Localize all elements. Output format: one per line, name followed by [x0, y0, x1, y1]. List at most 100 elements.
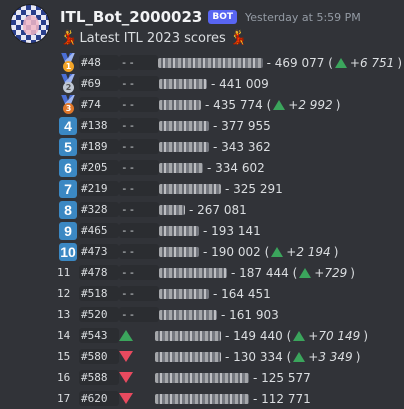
score-value: - 125 577: [253, 370, 311, 385]
world-rank: #48: [79, 55, 119, 70]
position-number: 16: [57, 371, 71, 384]
score-delta: +6 751): [334, 55, 402, 70]
score-delta-value: +3 349: [308, 349, 353, 364]
redacted-player-name: [159, 288, 209, 299]
redacted-player-name: [159, 225, 199, 236]
score-row: 13 #520 -- - 161 903: [57, 304, 402, 325]
score-row: 5 #189 -- - 343 362: [57, 136, 402, 157]
rank-change-dashes: --: [119, 307, 159, 322]
message-timestamp[interactable]: Yesterday at 5:59 PM: [245, 11, 361, 24]
rank-badge: 16: [57, 368, 79, 388]
rank-change-dashes: --: [119, 286, 159, 301]
arrow-down-icon: [119, 393, 133, 404]
score-delta-close: ): [397, 55, 402, 70]
score-row: 4 #138 -- - 377 955: [57, 115, 402, 136]
score-delta-value: +2 194: [286, 244, 331, 259]
score-delta: +2 194): [271, 245, 338, 259]
world-rank: #620: [79, 391, 119, 406]
score-row: 6 #205 -- - 334 602: [57, 157, 402, 178]
chat-message: ITL_Bot_2000023 BOT Yesterday at 5:59 PM…: [0, 0, 404, 406]
title-text: Latest ITL 2023 scores: [79, 30, 226, 46]
redacted-player-name: [159, 183, 221, 194]
score-row: 2 #69 -- - 441 009: [57, 73, 402, 94]
position-number: 11: [57, 266, 71, 279]
world-rank: #543: [79, 328, 119, 343]
score-row: 10 #473 -- - 190 002 (+2 194): [57, 241, 402, 262]
redacted-player-name: [159, 99, 201, 110]
score-value: - 190 002 (: [203, 244, 270, 259]
score-value: - 334 602: [207, 160, 265, 175]
rank-change-dashes: --: [119, 244, 159, 259]
keycap-number-icon: 8: [59, 200, 77, 219]
keycap-number-icon: 7: [59, 179, 77, 198]
medal-icon: 3: [59, 94, 77, 115]
redacted-player-name: [159, 162, 203, 173]
position-number: 14: [57, 329, 71, 342]
medal-icon: 1: [59, 52, 77, 73]
score-row: 1 #48 -- - 469 077 (+6 751): [57, 52, 402, 73]
score-row: 3 #74 -- - 435 774 (+2 992): [57, 94, 402, 115]
user-avatar[interactable]: [10, 4, 50, 44]
score-delta-value: +2 992: [288, 97, 333, 112]
redacted-player-name: [158, 57, 263, 68]
world-rank: #138: [79, 118, 119, 133]
rank-change-dashes: --: [119, 223, 159, 238]
score-delta-close: ): [363, 328, 368, 343]
score-delta-value: +729: [314, 265, 348, 280]
score-value: - 377 955: [213, 118, 271, 133]
score-value: - 164 451: [213, 286, 271, 301]
rank-badge: 11: [57, 263, 79, 283]
score-value: - 161 903: [221, 307, 279, 322]
score-value: - 267 081: [189, 202, 247, 217]
redacted-player-name: [159, 267, 227, 278]
redacted-player-name: [159, 204, 185, 215]
rank-change-dashes: --: [119, 160, 159, 175]
position-number: 13: [57, 308, 71, 321]
redacted-player-name: [159, 78, 207, 89]
rank-change-indicator: [119, 372, 155, 383]
world-rank: #74: [79, 97, 119, 112]
arrow-down-icon: [119, 372, 133, 383]
world-rank: #478: [79, 265, 119, 280]
score-delta: +3 349): [293, 350, 360, 364]
score-delta-close: ): [350, 265, 355, 280]
position-number: 15: [57, 350, 71, 363]
rank-badge: 5: [57, 137, 79, 157]
arrow-up-icon: [119, 330, 133, 341]
position-number: 12: [57, 287, 71, 300]
medal-disc: 1: [63, 60, 74, 72]
score-row: 11 #478 -- - 187 444 (+729): [57, 262, 402, 283]
rank-badge: 14: [57, 326, 79, 346]
arrow-up-icon: [293, 351, 306, 362]
rank-change-dashes: --: [119, 139, 159, 154]
world-rank: #465: [79, 223, 119, 238]
rank-badge: 8: [57, 200, 79, 220]
rank-badge: 13: [57, 305, 79, 325]
world-rank: #205: [79, 160, 119, 175]
arrow-up-icon: [293, 330, 306, 341]
dancer-emoji-icon: 💃: [60, 30, 78, 46]
world-rank: #518: [79, 286, 119, 301]
redacted-player-name: [159, 120, 209, 131]
score-value: - 441 009: [211, 76, 269, 91]
score-row: 8 #328 -- - 267 081: [57, 199, 402, 220]
score-value: - 112 771: [253, 391, 311, 406]
rank-badge: 9: [57, 221, 79, 241]
rank-change-dashes: --: [119, 202, 159, 217]
score-value: - 130 334 (: [225, 349, 292, 364]
score-delta-value: +6 751: [349, 55, 395, 70]
redacted-player-name: [159, 141, 209, 152]
arrow-up-icon: [334, 57, 347, 68]
world-rank: #219: [79, 181, 119, 196]
position-number: 17: [57, 392, 71, 405]
dancer-emoji-icon: 💃: [229, 30, 248, 46]
score-value: - 187 444 (: [231, 265, 298, 280]
username[interactable]: ITL_Bot_2000023: [60, 8, 202, 26]
arrow-up-icon: [271, 246, 284, 257]
rank-badge: 17: [57, 389, 79, 409]
score-value: - 343 362: [213, 139, 271, 154]
scores-list: 1 #48 -- - 469 077 (+6 751) 2 #69 -- - 441 009 3…: [57, 52, 402, 409]
medal-disc: 2: [63, 81, 74, 93]
world-rank: #328: [79, 202, 119, 217]
world-rank: #189: [79, 139, 119, 154]
